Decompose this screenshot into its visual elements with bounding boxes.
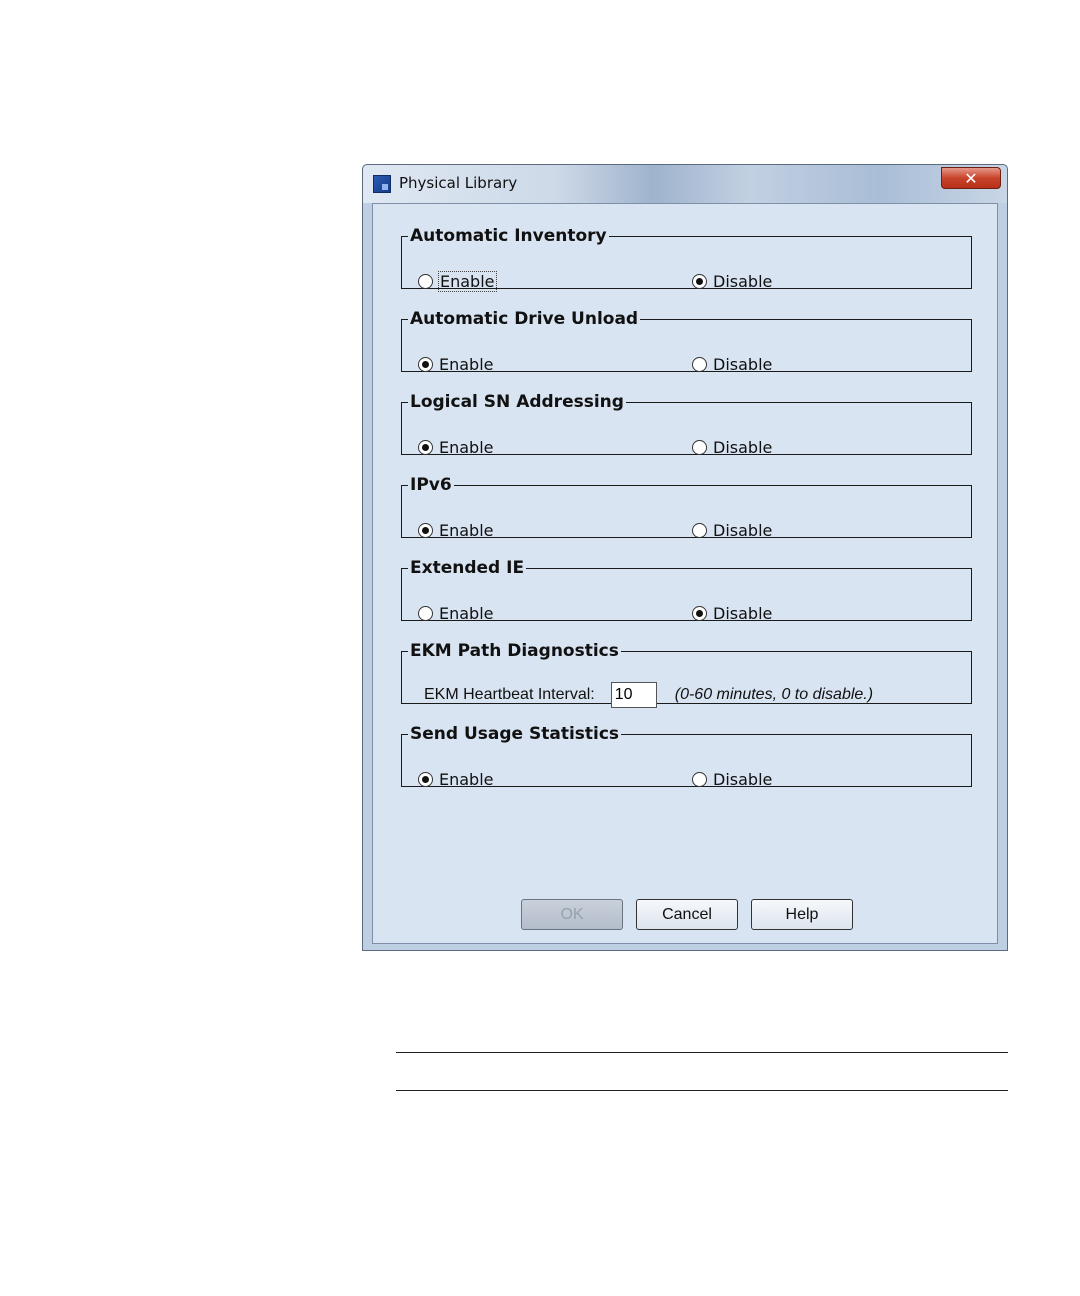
- ekm-heartbeat-row: EKM Heartbeat Interval: (0-60 minutes, 0…: [424, 682, 873, 708]
- extended-ie-disable-option[interactable]: Disable: [692, 603, 772, 623]
- logical-sn-addressing-disable-label[interactable]: Disable: [713, 438, 772, 457]
- automatic-inventory-legend: Automatic Inventory: [410, 226, 607, 246]
- ipv6-legend: IPv6: [410, 475, 452, 495]
- send-usage-statistics-disable-radio[interactable]: [692, 771, 707, 787]
- close-button[interactable]: ✕: [941, 167, 1001, 189]
- send-usage-statistics-disable-option[interactable]: Disable: [692, 769, 772, 789]
- send-usage-statistics-group: Send Usage Statistics Enable Disable: [401, 724, 972, 789]
- extended-ie-disable-label[interactable]: Disable: [713, 604, 772, 623]
- send-usage-statistics-enable-radio[interactable]: [418, 771, 433, 787]
- automatic-drive-unload-disable-radio[interactable]: [692, 356, 707, 372]
- extended-ie-group: Extended IE Enable Disable: [401, 558, 972, 623]
- title-bar[interactable]: Physical Library ✕: [363, 165, 1007, 203]
- automatic-inventory-disable-option[interactable]: Disable: [692, 271, 772, 291]
- logical-sn-addressing-legend: Logical SN Addressing: [410, 392, 624, 412]
- automatic-inventory-enable-label[interactable]: Enable: [438, 270, 497, 292]
- automatic-inventory-group: Automatic Inventory Enable Disable: [401, 226, 972, 292]
- app-icon: [373, 175, 391, 193]
- send-usage-statistics-enable-label[interactable]: Enable: [439, 770, 494, 789]
- logical-sn-addressing-disable-option[interactable]: Disable: [692, 437, 772, 457]
- automatic-drive-unload-disable-option[interactable]: Disable: [692, 354, 772, 374]
- send-usage-statistics-enable-option[interactable]: Enable: [418, 769, 494, 789]
- automatic-inventory-enable-radio[interactable]: [418, 273, 433, 289]
- cancel-button[interactable]: Cancel: [636, 899, 738, 930]
- extended-ie-legend: Extended IE: [410, 558, 525, 578]
- window-title: Physical Library: [399, 174, 518, 192]
- help-button[interactable]: Help: [751, 899, 853, 930]
- ipv6-disable-label[interactable]: Disable: [713, 521, 772, 540]
- ipv6-disable-option[interactable]: Disable: [692, 520, 772, 540]
- ipv6-group: IPv6 Enable Disable: [401, 475, 972, 540]
- physical-library-dialog: Physical Library ✕ Automatic Inventory E…: [362, 164, 1008, 951]
- ekm-path-diagnostics-group: EKM Path Diagnostics EKM Heartbeat Inter…: [401, 641, 972, 708]
- dialog-client-area: Automatic Inventory Enable Disable Autom…: [372, 203, 998, 944]
- ekm-heartbeat-label: EKM Heartbeat Interval:: [424, 686, 595, 703]
- automatic-drive-unload-legend: Automatic Drive Unload: [410, 309, 639, 329]
- page-divider-top: [396, 1052, 1008, 1053]
- logical-sn-addressing-enable-label[interactable]: Enable: [439, 438, 494, 457]
- logical-sn-addressing-disable-radio[interactable]: [692, 439, 707, 455]
- automatic-inventory-disable-radio[interactable]: [692, 273, 707, 289]
- automatic-drive-unload-disable-label[interactable]: Disable: [713, 355, 772, 374]
- automatic-inventory-disable-label[interactable]: Disable: [713, 272, 772, 291]
- ipv6-enable-option[interactable]: Enable: [418, 520, 494, 540]
- ekm-heartbeat-hint: (0-60 minutes, 0 to disable.): [674, 686, 874, 703]
- ekm-path-diagnostics-legend: EKM Path Diagnostics: [410, 641, 619, 661]
- ipv6-enable-radio[interactable]: [418, 522, 433, 538]
- send-usage-statistics-disable-label[interactable]: Disable: [713, 770, 772, 789]
- extended-ie-enable-label[interactable]: Enable: [439, 604, 494, 623]
- automatic-drive-unload-group: Automatic Drive Unload Enable Disable: [401, 309, 972, 374]
- ekm-heartbeat-interval-input[interactable]: [610, 682, 657, 708]
- ok-button[interactable]: OK: [521, 899, 623, 930]
- logical-sn-addressing-enable-option[interactable]: Enable: [418, 437, 494, 457]
- automatic-drive-unload-enable-option[interactable]: Enable: [418, 354, 494, 374]
- extended-ie-disable-radio[interactable]: [692, 605, 707, 621]
- page-divider-bottom: [396, 1090, 1008, 1091]
- automatic-drive-unload-enable-label[interactable]: Enable: [439, 355, 494, 374]
- automatic-inventory-enable-option[interactable]: Enable: [418, 270, 497, 292]
- logical-sn-addressing-enable-radio[interactable]: [418, 439, 433, 455]
- ipv6-enable-label[interactable]: Enable: [439, 521, 494, 540]
- extended-ie-enable-option[interactable]: Enable: [418, 603, 494, 623]
- ipv6-disable-radio[interactable]: [692, 522, 707, 538]
- automatic-drive-unload-enable-radio[interactable]: [418, 356, 433, 372]
- logical-sn-addressing-group: Logical SN Addressing Enable Disable: [401, 392, 972, 457]
- extended-ie-enable-radio[interactable]: [418, 605, 433, 621]
- send-usage-statistics-legend: Send Usage Statistics: [410, 724, 620, 744]
